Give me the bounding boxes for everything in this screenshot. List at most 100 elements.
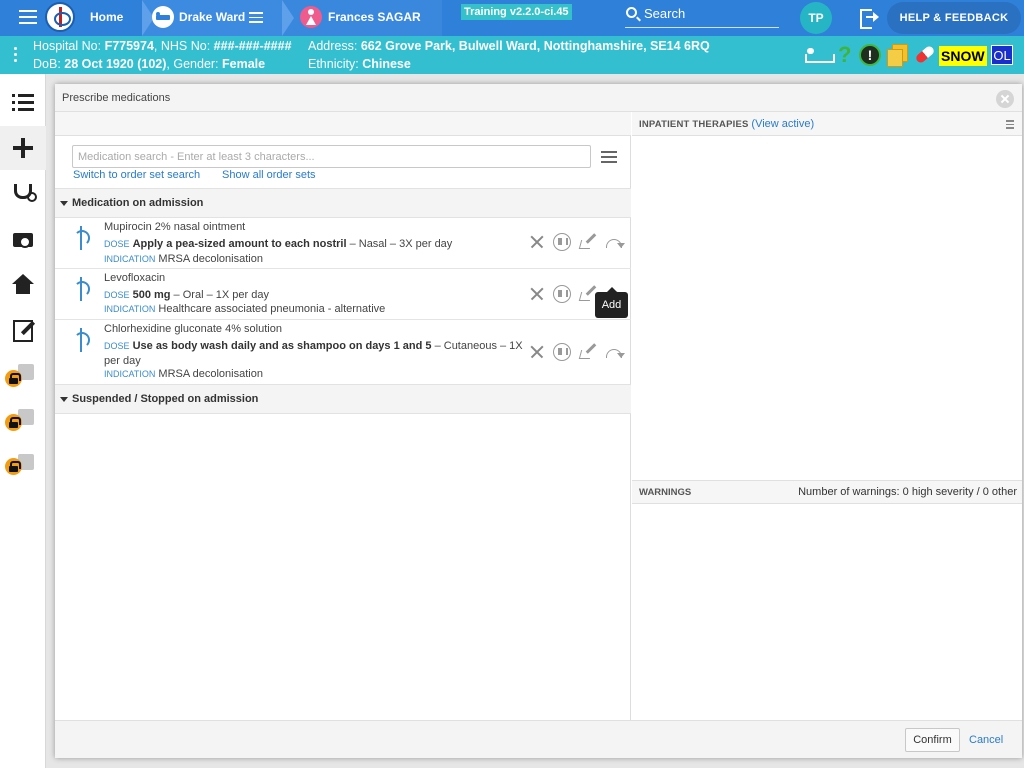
dose-route-frequency: – Nasal – 3X per day xyxy=(346,238,453,250)
caduceus-icon xyxy=(70,277,92,301)
warnings-header: WARNINGS Number of warnings: 0 high seve… xyxy=(632,480,1022,504)
show-all-order-sets-link[interactable]: Show all order sets xyxy=(222,169,316,181)
lock-icon xyxy=(5,458,22,475)
medication-pane-toolbar xyxy=(55,112,631,136)
left-rail xyxy=(0,74,46,768)
indication-text: Healthcare associated pneumonia - altern… xyxy=(158,303,386,315)
rail-item-locked-clipboard[interactable] xyxy=(0,352,46,396)
patient-name-link[interactable]: Frances SAGAR xyxy=(328,0,421,36)
training-version-badge: Training v2.2.0-ci.45 xyxy=(461,4,572,20)
logout-icon[interactable] xyxy=(860,9,880,29)
alert-icon[interactable]: ! xyxy=(859,44,881,66)
medication-name: Chlorhexidine gluconate 4% solution xyxy=(104,323,282,335)
plus-icon xyxy=(12,138,34,158)
rail-item-locked-add[interactable] xyxy=(0,442,46,486)
add-forward-icon[interactable] xyxy=(605,233,625,251)
ward-menu-icon[interactable] xyxy=(249,12,263,23)
view-active-link[interactable]: (View active) xyxy=(751,118,814,130)
pane-menu-icon[interactable] xyxy=(1006,120,1014,129)
camera-icon xyxy=(12,229,34,249)
medication-indication: INDICATION MRSA decolonisation xyxy=(104,253,263,265)
suspend-icon[interactable] xyxy=(553,343,571,361)
rail-item-home[interactable] xyxy=(0,262,46,306)
warnings-title: WARNINGS xyxy=(639,487,692,498)
ethnicity-label: Ethnicity: xyxy=(308,57,363,71)
list-icon xyxy=(12,94,34,114)
medication-row[interactable]: Levofloxacin DOSE 500 mg – Oral – 1X per… xyxy=(55,269,631,320)
medication-pane: Switch to order set search Show all orde… xyxy=(55,112,631,720)
remove-icon[interactable] xyxy=(528,343,546,361)
warnings-count: Number of warnings: 0 high severity / 0 … xyxy=(798,486,1017,498)
app-logo xyxy=(45,2,75,32)
lock-icon xyxy=(5,414,22,431)
rail-item-clinical[interactable] xyxy=(0,172,46,216)
medication-dose: DOSE Use as body wash daily and as shamp… xyxy=(104,339,524,369)
inpatient-therapies-title: INPATIENT THERAPIES (View active) xyxy=(639,118,814,130)
suspend-icon[interactable] xyxy=(553,233,571,251)
global-search[interactable]: Search xyxy=(625,4,779,28)
edit-icon[interactable] xyxy=(579,341,597,359)
patient-menu-icon[interactable] xyxy=(14,47,18,63)
ol-badge[interactable]: OL xyxy=(991,45,1013,65)
suspend-icon[interactable] xyxy=(553,285,571,303)
ethnicity-line: Ethnicity: Chinese xyxy=(308,57,411,71)
indication-text: MRSA decolonisation xyxy=(158,253,263,265)
rail-item-locked-walk[interactable] xyxy=(0,397,46,441)
indication-tag: INDICATION xyxy=(104,254,156,264)
stethoscope-icon xyxy=(12,184,37,204)
search-options-menu-icon[interactable] xyxy=(601,151,617,163)
medication-row[interactable]: Mupirocin 2% nasal ointment DOSE Apply a… xyxy=(55,218,631,269)
edit-icon[interactable] xyxy=(579,231,597,249)
indication-tag: INDICATION xyxy=(104,304,156,314)
breadcrumb-chevron-icon xyxy=(282,0,294,36)
medication-row[interactable]: Chlorhexidine gluconate 4% solution DOSE… xyxy=(55,320,631,385)
view-active-text[interactable]: View active xyxy=(755,118,810,130)
caduceus-icon xyxy=(70,226,92,250)
female-patient-icon xyxy=(300,6,322,28)
section-suspended-stopped[interactable]: Suspended / Stopped on admission xyxy=(55,384,631,414)
user-avatar[interactable]: TP xyxy=(800,2,832,34)
add-forward-icon[interactable] xyxy=(605,343,625,361)
medication-pill-icon[interactable] xyxy=(913,44,933,66)
snow-badge[interactable]: SNOW xyxy=(939,46,987,66)
top-nav-bar: Home Drake Ward Frances SAGAR Training v… xyxy=(0,0,1024,36)
remove-icon[interactable] xyxy=(528,285,546,303)
search-icon xyxy=(626,7,637,18)
rail-item-add[interactable] xyxy=(0,126,46,170)
search-label: Search xyxy=(644,6,686,21)
remove-icon[interactable] xyxy=(528,233,546,251)
confirm-button[interactable]: Confirm xyxy=(905,728,960,752)
medication-name: Mupirocin 2% nasal ointment xyxy=(104,221,246,233)
section-medication-on-admission[interactable]: Medication on admission xyxy=(55,188,631,218)
hospital-no-label: Hospital No: xyxy=(33,39,105,53)
question-icon[interactable]: ? xyxy=(838,44,852,66)
rail-item-notes[interactable] xyxy=(0,306,46,350)
documents-icon[interactable] xyxy=(886,44,908,67)
address-line: Address: 662 Grove Park, Bulwell Ward, N… xyxy=(308,39,710,53)
dose-instruction: 500 mg xyxy=(132,289,171,301)
home-care-icon xyxy=(12,274,34,294)
dose-tag: DOSE xyxy=(104,239,130,249)
home-link[interactable]: Home xyxy=(90,0,123,36)
bed-status-icon[interactable] xyxy=(803,44,835,66)
help-feedback-button[interactable]: HELP & FEEDBACK xyxy=(887,2,1021,34)
patient-banner: Hospital No: F775974, NHS No: ###-###-##… xyxy=(0,36,1024,74)
medication-dose: DOSE 500 mg – Oral – 1X per day xyxy=(104,288,524,303)
indication-text: MRSA decolonisation xyxy=(158,368,263,380)
nhs-no: ###-###-#### xyxy=(213,39,292,53)
dose-tag: DOSE xyxy=(104,341,130,351)
gender: Female xyxy=(222,57,266,71)
medication-search-input[interactable] xyxy=(72,145,591,168)
address: 662 Grove Park, Bulwell Ward, Nottingham… xyxy=(360,39,710,53)
main-menu-icon[interactable] xyxy=(19,10,37,24)
nhs-no-label: , NHS No: xyxy=(153,39,214,53)
rail-item-camera[interactable] xyxy=(0,217,46,261)
rail-item-list[interactable] xyxy=(0,82,46,126)
switch-order-set-link[interactable]: Switch to order set search xyxy=(73,169,200,181)
ward-link[interactable]: Drake Ward xyxy=(179,0,245,36)
cancel-link[interactable]: Cancel xyxy=(969,734,1003,746)
address-label: Address: xyxy=(308,39,361,53)
add-tooltip: Add xyxy=(595,287,628,318)
section-title: Suspended / Stopped on admission xyxy=(72,393,259,405)
close-icon[interactable] xyxy=(996,90,1014,108)
